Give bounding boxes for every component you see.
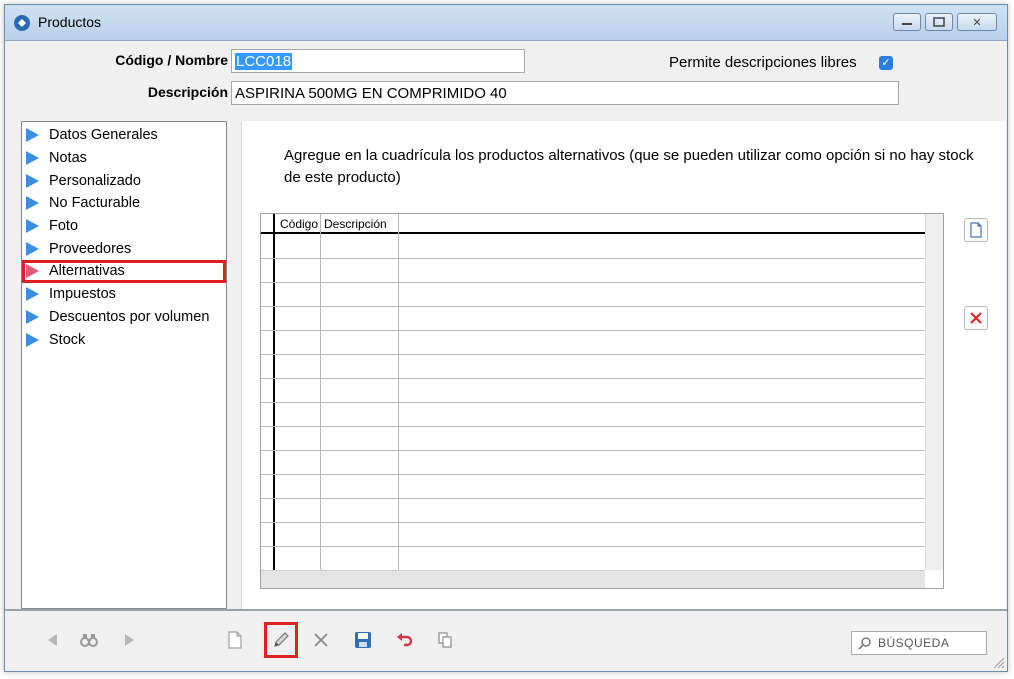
nav-arrow-icon [26,151,39,166]
pencil-icon [274,632,289,647]
grid-row-line [261,378,927,379]
minimize-button[interactable] [893,13,921,31]
nav-item-personalizado[interactable]: Personalizado [22,169,226,192]
grid-header: Código Descripción [261,214,927,234]
grid-row-line [261,330,927,331]
delete-x-icon [970,312,982,324]
search-input[interactable]: BÚSQUEDA [851,631,987,655]
search-icon [858,637,871,650]
code-input[interactable]: LCC018 [231,49,525,73]
cancel-button[interactable] [309,627,333,653]
grid-horizontal-scrollbar[interactable] [261,570,927,588]
free-descriptions-label: Permite descripciones libres [669,54,857,71]
new-button[interactable] [223,627,247,653]
nav-item-datos-generales[interactable]: Datos Generales [22,124,226,147]
nav-item-impuestos[interactable]: Impuestos [22,283,226,306]
new-document-icon [228,631,242,649]
free-descriptions-checkbox[interactable]: ✓ [879,56,893,70]
grid-row-line [261,402,927,403]
floppy-disk-icon [355,632,371,648]
save-button[interactable] [351,627,375,653]
grid-scroll-corner [925,570,943,588]
grid-row-line [261,546,927,547]
code-value: LCC018 [235,52,293,70]
alternatives-grid[interactable]: Código Descripción [260,213,944,589]
title-bar: Productos ✕ [5,5,1007,41]
grid-vertical-scrollbar[interactable] [925,214,943,570]
grid-row-line [261,450,927,451]
nav-arrow-icon [26,219,39,234]
maximize-button[interactable] [925,13,953,31]
nav-item-alternativas[interactable]: Alternativas [22,260,226,283]
nav-item-foto[interactable]: Foto [22,215,226,238]
nav-arrow-icon [26,128,39,143]
bottom-toolbar: BÚSQUEDA [5,611,1007,671]
nav-arrow-icon [26,309,39,324]
nav-item-stock[interactable]: Stock [22,328,226,351]
undo-button[interactable] [393,627,417,653]
description-input[interactable]: ASPIRINA 500MG EN COMPRIMIDO 40 [231,81,899,105]
arrow-left-icon [48,634,57,646]
nav-item-descuentos-por-volumen[interactable]: Descuentos por volumen [22,306,226,329]
nav-item-proveedores[interactable]: Proveedores [22,237,226,260]
section-nav: Datos Generales Notas Personalizado No F… [21,121,227,609]
grid-row-line [261,426,927,427]
description-value: ASPIRINA 500MG EN COMPRIMIDO 40 [235,84,507,102]
nav-arrow-icon [26,173,39,188]
window-title: Productos [38,14,102,30]
code-label: Código / Nombre [115,52,228,68]
column-divider [398,214,399,570]
grid-row-line [261,258,927,259]
column-header-descripcion[interactable]: Descripción [324,217,387,231]
copy-icon [438,632,452,648]
nav-item-notas[interactable]: Notas [22,147,226,170]
nav-arrow-icon [26,264,39,279]
next-button[interactable] [117,627,141,653]
alternatives-panel: Agregue en la cuadrícula los productos a… [241,121,1006,611]
undo-arrow-icon [397,633,413,647]
products-window: Productos ✕ Código / Nombre LCC018 Permi… [4,4,1008,672]
grid-row-line [261,282,927,283]
minimize-icon [902,23,912,25]
delete-row-button[interactable] [964,306,988,330]
description-label: Descripción [147,84,228,100]
previous-button[interactable] [41,627,65,653]
copy-button[interactable] [433,627,457,653]
add-row-button[interactable] [964,218,988,242]
nav-arrow-icon [26,332,39,347]
close-icon: ✕ [972,16,982,29]
product-header: Código / Nombre LCC018 Permite descripci… [5,42,1007,112]
resize-grip-icon[interactable] [991,655,1005,669]
window-controls: ✕ [893,13,997,31]
maximize-icon [933,17,945,27]
instructions-text: Agregue en la cuadrícula los productos a… [284,147,974,186]
column-divider [320,214,321,570]
grid-body[interactable]: Código Descripción [261,214,927,570]
close-button[interactable]: ✕ [957,13,997,31]
nav-arrow-icon [26,287,39,302]
grid-row-line [261,474,927,475]
arrow-right-icon [125,634,134,646]
grid-row-line [261,498,927,499]
grid-row-line [261,354,927,355]
new-document-icon [970,222,982,238]
binoculars-icon [80,634,98,647]
app-logo-icon [14,15,30,31]
column-header-codigo[interactable]: Código [280,217,318,231]
search-placeholder: BÚSQUEDA [878,636,950,650]
find-button[interactable] [77,627,101,653]
edit-button[interactable] [264,622,298,658]
nav-arrow-icon [26,241,39,256]
nav-arrow-icon [26,196,39,211]
close-icon [314,633,328,647]
nav-item-no-facturable[interactable]: No Facturable [22,192,226,215]
grid-row-line [261,522,927,523]
grid-row-line [261,306,927,307]
row-indicator-divider [273,214,275,570]
